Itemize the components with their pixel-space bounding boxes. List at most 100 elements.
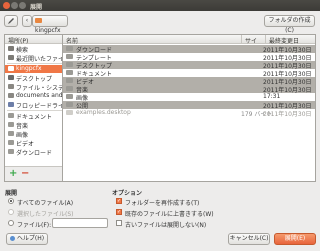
window-title: 展開 — [30, 4, 43, 11]
recreate-folders-checkbox[interactable]: ✓ — [116, 198, 122, 204]
sidebar-item-1[interactable]: 最近開いたファイル — [5, 54, 64, 62]
sidebar-item-label: 画像 — [16, 132, 29, 138]
places-toolbar: + − — [5, 166, 63, 181]
file-row[interactable]: テンプレート 2011年10月30日 — [63, 53, 315, 62]
no-older-label: 古いファイルは展開しない(N) — [125, 222, 207, 229]
remove-place-button[interactable]: − — [21, 168, 29, 179]
sidebar-item-8[interactable]: 音楽 — [5, 121, 63, 129]
file-row[interactable]: ダウンロード 2011年10月30日 — [63, 45, 315, 54]
file-row[interactable]: 画像 17:31 — [63, 93, 315, 102]
selected-files-label: 選択したファイル(S) — [17, 211, 74, 218]
pencil-icon — [8, 18, 14, 24]
help-icon — [9, 236, 15, 241]
all-files-label: すべてのファイル(A) — [17, 200, 74, 207]
file-row[interactable]: examples.desktop 179 バイト 2011年10月30日 — [63, 109, 315, 118]
maximize-window-button[interactable] — [19, 2, 26, 9]
sidebar-item-label: ダウンロード — [16, 150, 53, 156]
file-row[interactable]: 音楽 2011年10月30日 — [63, 85, 315, 94]
folder-icon — [8, 140, 14, 145]
all-files-radio[interactable] — [8, 198, 14, 204]
sidebar-item-label: 最近開いたファイル — [16, 56, 64, 62]
help-button[interactable]: ヘルプ(H) — [6, 233, 48, 245]
sidebar-item-7[interactable]: ドキュメント — [5, 112, 63, 120]
desktop-icon — [8, 75, 14, 80]
file-row[interactable]: ドキュメント 2011年10月30日 — [63, 69, 315, 78]
sidebar-item-2[interactable]: kingpcfx — [5, 65, 63, 73]
file-list-panel: 名前 サイズ 最終変更日 ダウンロード2011年10月30日テンプレート2011… — [62, 34, 316, 182]
options-section-title: オプション — [112, 190, 143, 197]
close-window-button[interactable] — [3, 2, 10, 9]
no-older-checkbox[interactable] — [116, 220, 122, 226]
places-separator — [7, 63, 63, 64]
selected-files-radio[interactable] — [8, 209, 14, 215]
places-header: 場所(P) — [5, 35, 63, 45]
sidebar-item-label: ファイル・システム — [16, 85, 64, 91]
path-button-label: kingpcfx — [35, 27, 61, 34]
drive-icon — [8, 93, 14, 98]
extract-button[interactable]: 展開(E) — [274, 233, 316, 245]
sidebar-item-label: フロッピードライブ — [16, 103, 64, 109]
sidebar-item-6[interactable]: フロッピードライブ — [5, 101, 64, 109]
sidebar-item-11[interactable]: ダウンロード — [5, 148, 63, 156]
floppy-icon — [8, 102, 14, 107]
file-name: examples.desktop — [76, 109, 131, 116]
overwrite-label: 既存のファイルに上書きする(W) — [125, 211, 214, 218]
folder-icon — [66, 78, 73, 83]
folder-icon — [66, 54, 73, 59]
column-header-modified[interactable]: 最終変更日 — [265, 35, 315, 45]
places-separator — [7, 110, 63, 111]
path-back-arrow-button[interactable]: ‹ — [22, 15, 32, 27]
edit-location-button[interactable] — [4, 15, 18, 27]
sidebar-item-label: 音楽 — [16, 123, 29, 129]
sidebar-item-label: ビデオ — [16, 141, 35, 147]
sidebar-item-label: documents and... — [16, 92, 64, 99]
clock-icon — [8, 55, 14, 60]
add-place-button[interactable]: + — [9, 168, 17, 179]
home-folder-icon — [8, 66, 14, 71]
help-button-label: ヘルプ(H) — [16, 235, 45, 242]
folder-icon — [8, 122, 14, 127]
sidebar-item-label: 検索 — [16, 47, 29, 53]
create-folder-button[interactable]: フォルダの作成(C) — [264, 15, 315, 34]
folder-icon — [66, 62, 73, 67]
file-row[interactable]: ビデオ 2011年10月30日 — [63, 77, 315, 86]
sidebar-item-10[interactable]: ビデオ — [5, 139, 63, 147]
folder-icon — [66, 46, 73, 51]
folder-icon — [8, 149, 14, 154]
sidebar-item-label: kingpcfx — [16, 65, 42, 72]
file-modified: 2011年10月30日 — [263, 111, 312, 118]
minimize-window-button[interactable] — [11, 2, 18, 9]
file-icon — [66, 110, 73, 115]
chevron-left-icon: ‹ — [25, 17, 29, 24]
title-bar: 展開 — [0, 0, 320, 11]
folder-icon — [66, 70, 73, 75]
cancel-button[interactable]: キャンセル(C) — [228, 233, 270, 245]
extract-section-title: 展開 — [5, 190, 18, 197]
sidebar-item-label: デスクトップ — [16, 76, 53, 82]
sidebar-item-9[interactable]: 画像 — [5, 130, 63, 138]
recreate-folders-label: フォルダーを再作成する(T) — [125, 200, 200, 207]
sidebar-item-0[interactable]: 検索 — [5, 45, 63, 53]
sidebar-item-3[interactable]: デスクトップ — [5, 74, 63, 82]
sidebar-item-4[interactable]: ファイル・システム — [5, 83, 64, 91]
extract-dialog: 展開 ‹ kingpcfx フォルダの作成(C) 場所(P) 検索最近開いたファ… — [0, 0, 320, 251]
folder-icon — [66, 94, 73, 99]
file-row[interactable]: 公開 2011年10月30日 — [63, 101, 315, 110]
sidebar-item-label: ドキュメント — [16, 114, 53, 120]
file-modified: 17:31 — [263, 93, 281, 100]
folder-icon — [66, 86, 73, 91]
places-panel: 場所(P) 検索最近開いたファイル kingpcfx デスクトップファイル・システム… — [4, 34, 64, 182]
cancel-button-label: キャンセル(C) — [229, 235, 269, 242]
home-folder-icon — [35, 18, 42, 23]
path-button-kingpcfx[interactable]: kingpcfx — [32, 15, 68, 34]
file-row[interactable]: デスクトップ 2011年10月30日 — [63, 61, 315, 70]
column-header-name[interactable]: 名前 — [63, 35, 241, 45]
files-pattern-radio[interactable] — [8, 220, 14, 226]
files-pattern-input[interactable] — [52, 218, 108, 228]
sidebar-item-5[interactable]: documents and... — [5, 92, 64, 100]
overwrite-checkbox[interactable]: ✓ — [116, 209, 122, 215]
column-header-size[interactable]: サイズ — [241, 35, 265, 54]
folder-icon — [66, 102, 73, 107]
files-pattern-label: ファイル(F): — [17, 222, 52, 229]
harddisk-icon — [8, 84, 14, 89]
